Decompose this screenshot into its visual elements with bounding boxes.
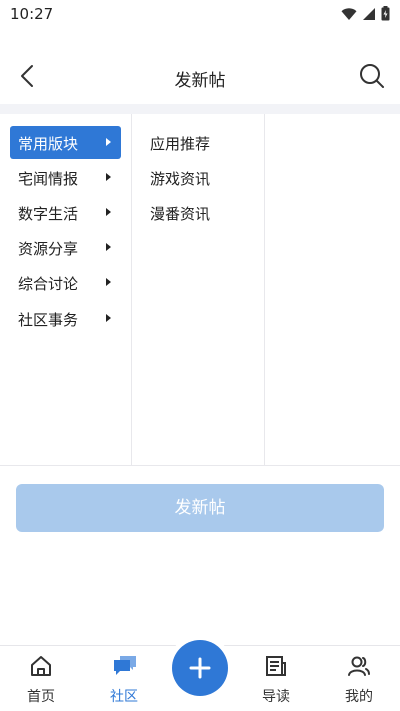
category-panel: 常用版块 宅闻情报 数字生活 资源分享 综合讨论 社区事务 应用推荐 游戏资讯 … — [0, 114, 400, 466]
nav-item-guide[interactable]: 导读 — [246, 646, 306, 711]
forum-column — [265, 114, 400, 465]
caret-right-icon — [106, 243, 111, 251]
post-button[interactable]: 发新帖 — [16, 484, 384, 532]
category-column: 常用版块 宅闻情报 数字生活 资源分享 综合讨论 社区事务 — [0, 114, 132, 465]
category-item[interactable]: 常用版块 — [10, 126, 121, 159]
app-header: 发新帖 — [0, 28, 400, 104]
category-label: 数字生活 — [18, 205, 79, 223]
category-label: 综合讨论 — [18, 275, 79, 293]
caret-right-icon — [106, 208, 111, 216]
search-icon — [360, 64, 384, 88]
category-label: 宅闻情报 — [18, 170, 79, 188]
category-item[interactable]: 社区事务 — [10, 302, 121, 335]
status-icons — [341, 6, 390, 21]
nav-label: 社区 — [110, 689, 138, 705]
category-item[interactable]: 资源分享 — [10, 231, 121, 264]
nav-item-home[interactable]: 首页 — [11, 646, 71, 711]
search-button[interactable] — [358, 62, 386, 90]
subcategory-column: 应用推荐 游戏资讯 漫番资讯 — [132, 114, 265, 465]
community-icon — [114, 656, 136, 675]
nav-label: 我的 — [345, 689, 373, 705]
status-bar: 10:27 — [0, 0, 400, 28]
new-post-fab[interactable] — [172, 640, 228, 696]
category-label: 常用版块 — [18, 135, 79, 153]
signal-icon — [363, 7, 375, 20]
category-item[interactable]: 宅闻情报 — [10, 161, 121, 194]
nav-label: 导读 — [262, 689, 290, 705]
nav-item-community[interactable]: 社区 — [94, 646, 154, 711]
home-icon — [31, 656, 51, 676]
nav-item-profile[interactable]: 我的 — [329, 646, 389, 711]
subcategory-item[interactable]: 漫番资讯 — [150, 203, 210, 224]
category-label: 资源分享 — [18, 240, 79, 258]
nav-label: 首页 — [27, 689, 55, 705]
status-time: 10:27 — [10, 5, 54, 23]
subcategory-item[interactable]: 游戏资讯 — [150, 168, 210, 189]
subcategory-item[interactable]: 应用推荐 — [150, 133, 210, 154]
category-item[interactable]: 数字生活 — [10, 196, 121, 229]
header-divider — [0, 104, 400, 114]
caret-right-icon — [106, 314, 111, 322]
caret-right-icon — [106, 173, 111, 181]
battery-icon — [381, 6, 390, 21]
page-title: 发新帖 — [174, 71, 226, 91]
wifi-icon — [341, 7, 357, 20]
category-label: 社区事务 — [18, 311, 79, 329]
guide-icon — [266, 656, 286, 676]
caret-right-icon — [106, 138, 111, 146]
profile-icon — [348, 656, 370, 676]
caret-right-icon — [106, 278, 111, 286]
plus-icon — [189, 657, 211, 679]
category-item[interactable]: 综合讨论 — [10, 266, 121, 299]
